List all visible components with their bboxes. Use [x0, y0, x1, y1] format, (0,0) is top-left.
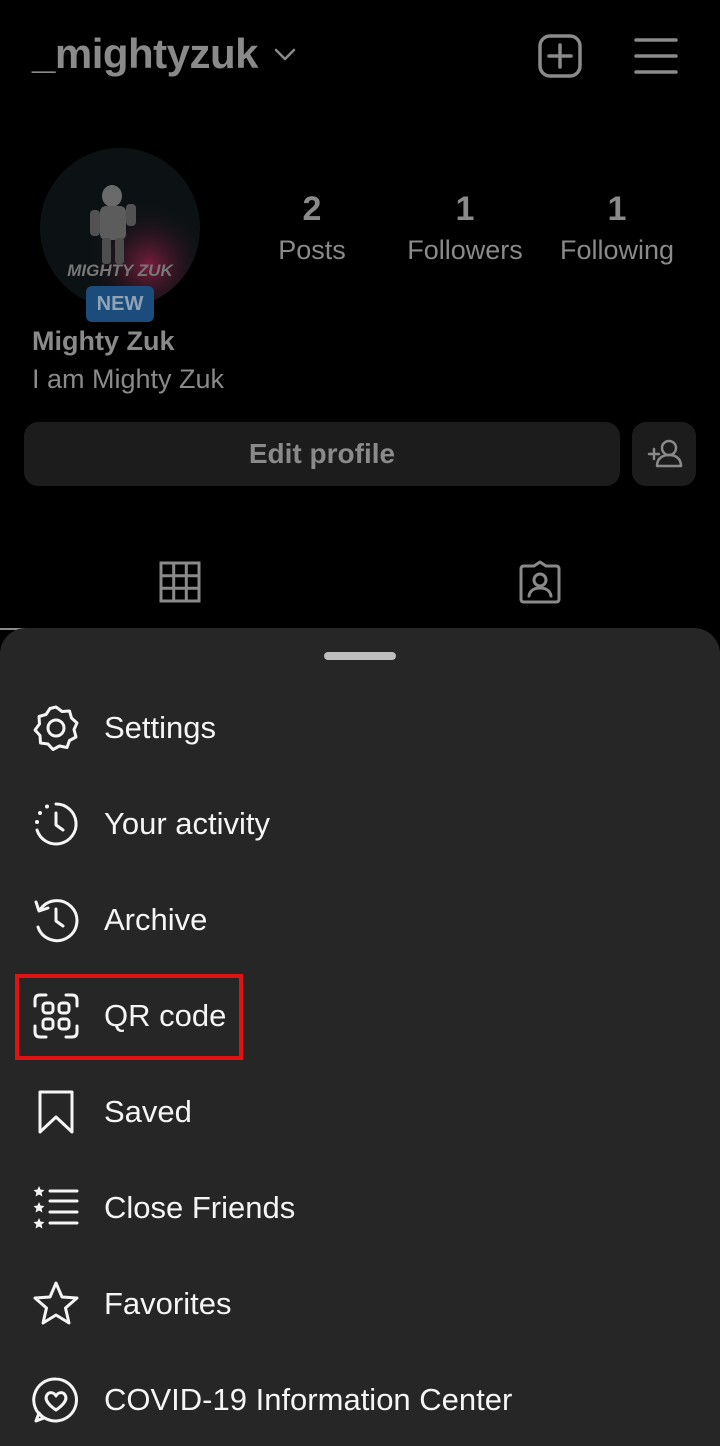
tab-tagged[interactable] [360, 540, 720, 630]
discover-people-button[interactable] [632, 422, 696, 486]
avatar-image: MIGHTY ZUK [40, 148, 200, 308]
tagged-person-icon [519, 560, 561, 604]
hamburger-menu-icon[interactable] [632, 32, 680, 80]
menu-item-saved[interactable]: Saved [0, 1064, 720, 1160]
stat-followers-label: Followers [407, 235, 523, 265]
menu-item-label: Archive [104, 902, 208, 937]
settings-icon [33, 705, 79, 751]
stat-following-count: 1 [607, 190, 627, 228]
stat-followers[interactable]: 1 Followers [385, 188, 545, 270]
heart-chat-icon [32, 1377, 78, 1423]
profile-screen: _mightyzuk MIGHTY ZUK NEW 2 Posts 1 Foll… [0, 0, 720, 660]
stat-following-label: Following [559, 235, 675, 265]
sheet-drag-handle[interactable] [324, 652, 396, 660]
stat-posts[interactable]: 2 Posts [232, 188, 392, 270]
stat-followers-count: 1 [455, 190, 475, 228]
stat-posts-label: Posts [278, 235, 346, 265]
stat-following[interactable]: 1 Following [537, 188, 697, 270]
top-bar: _mightyzuk [0, 0, 720, 110]
archive-icon [34, 899, 79, 943]
menu-bottom-sheet: Settings Your activity Archive QR code S… [0, 628, 720, 1446]
menu-item-close-friends[interactable]: Close Friends [0, 1160, 720, 1256]
new-badge: NEW [86, 286, 154, 322]
tab-posts-grid[interactable] [0, 540, 360, 630]
plus-square-icon[interactable] [536, 32, 584, 80]
add-person-icon [647, 439, 683, 468]
qr-code-highlight-box [15, 974, 243, 1060]
menu-item-label: COVID-19 Information Center [104, 1382, 513, 1417]
star-icon [33, 1281, 79, 1325]
menu-item-favorites[interactable]: Favorites [0, 1256, 720, 1352]
menu-item-label: Settings [104, 710, 217, 745]
menu-item-label: Favorites [104, 1286, 232, 1321]
username-switcher[interactable]: _mightyzuk [32, 30, 259, 78]
menu-item-covid-info[interactable]: COVID-19 Information Center [0, 1352, 720, 1446]
menu-item-archive[interactable]: Archive [0, 872, 720, 968]
bookmark-icon [38, 1090, 74, 1134]
display-name: Mighty Zuk [32, 326, 175, 356]
grid-icon [159, 561, 201, 603]
chevron-down-icon[interactable] [270, 40, 300, 70]
menu-item-label: Your activity [104, 806, 270, 841]
close-friends-icon [33, 1186, 79, 1229]
edit-profile-button[interactable]: Edit profile [24, 422, 620, 486]
avatar[interactable]: MIGHTY ZUK [40, 148, 200, 308]
stat-posts-count: 2 [302, 190, 322, 228]
menu-item-settings[interactable]: Settings [0, 680, 720, 776]
svg-text:MIGHTY ZUK: MIGHTY ZUK [67, 261, 174, 280]
bio-text: I am Mighty Zuk [32, 364, 225, 394]
activity-icon [35, 802, 78, 846]
menu-item-label: Saved [104, 1094, 192, 1129]
menu-item-your-activity[interactable]: Your activity [0, 776, 720, 872]
menu-item-label: Close Friends [104, 1190, 296, 1225]
